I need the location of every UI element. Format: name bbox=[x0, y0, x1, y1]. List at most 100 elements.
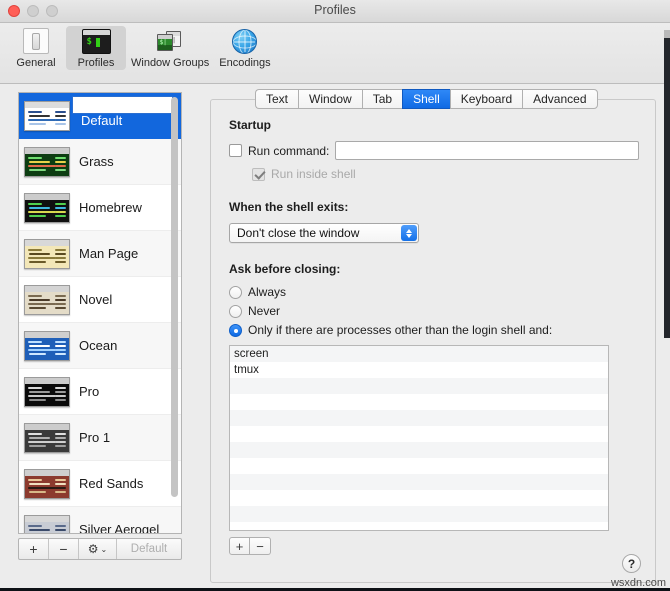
profile-row[interactable]: Default bbox=[19, 93, 181, 139]
profile-row[interactable]: Grass bbox=[19, 139, 181, 185]
profile-name: Novel bbox=[79, 292, 113, 307]
process-list-empty-row bbox=[230, 490, 608, 506]
profile-row[interactable]: Man Page bbox=[19, 231, 181, 277]
settings-tab-strip: Text Window Tab Shell Keyboard Advanced bbox=[255, 89, 598, 109]
set-default-profile-button[interactable]: Default bbox=[117, 539, 181, 559]
profile-name: Grass bbox=[79, 154, 114, 169]
preferences-body: Default Grass Homebrew Man Page Novel Ocean Pr… bbox=[0, 84, 670, 591]
radio-only-if-processes[interactable] bbox=[229, 323, 242, 337]
profiles-list[interactable]: Default Grass Homebrew Man Page Novel Ocean Pr… bbox=[18, 92, 182, 534]
window-groups-icon: $| $| bbox=[155, 28, 186, 55]
profile-row[interactable]: Ocean bbox=[19, 323, 181, 369]
tab-window[interactable]: Window bbox=[298, 89, 362, 109]
profile-row[interactable]: Pro bbox=[19, 369, 181, 415]
shell-settings-panel: Startup Run command: Run inside shell Wh… bbox=[210, 99, 656, 583]
profiles-sidebar: Default Grass Homebrew Man Page Novel Ocean Pr… bbox=[0, 84, 200, 591]
add-process-button[interactable]: + bbox=[229, 537, 250, 555]
window-title: Profiles bbox=[314, 3, 356, 17]
process-list-item[interactable]: screen bbox=[230, 346, 608, 362]
toolbar-label-profiles: Profiles bbox=[77, 57, 115, 69]
ask-before-closing-heading: Ask before closing: bbox=[229, 262, 341, 276]
globe-icon bbox=[229, 28, 260, 55]
process-list-empty-row bbox=[230, 522, 608, 530]
run-inside-shell-label: Run inside shell bbox=[271, 167, 356, 181]
tab-text[interactable]: Text bbox=[255, 89, 299, 109]
run-inside-shell-row: Run inside shell bbox=[252, 167, 639, 181]
profile-name: Man Page bbox=[79, 246, 139, 261]
profile-name: Homebrew bbox=[79, 200, 142, 215]
remove-profile-button[interactable]: − bbox=[49, 539, 79, 559]
popup-arrows-icon bbox=[401, 225, 417, 241]
process-list[interactable]: screen tmux bbox=[229, 345, 609, 531]
toolbar-label-window-groups: Window Groups bbox=[131, 57, 210, 69]
profile-row[interactable]: Red Sands bbox=[19, 461, 181, 507]
toolbar-label-general: General bbox=[16, 57, 56, 69]
profile-row[interactable]: Pro 1 bbox=[19, 415, 181, 461]
toolbar-item-general[interactable]: General bbox=[6, 26, 66, 70]
shell-exits-popup[interactable]: Don't close the window bbox=[229, 223, 419, 243]
general-switch-icon bbox=[21, 28, 52, 55]
settings-pane: Startup Run command: Run inside shell Wh… bbox=[200, 84, 670, 591]
profiles-scrollbar-thumb[interactable] bbox=[171, 97, 178, 497]
profile-thumbnail bbox=[24, 376, 70, 407]
process-list-empty-row bbox=[230, 474, 608, 490]
profile-name: Pro bbox=[79, 384, 100, 399]
process-list-empty-row bbox=[230, 378, 608, 394]
profile-name: Red Sands bbox=[79, 476, 144, 491]
profile-name: Silver Aerogel bbox=[79, 522, 160, 533]
tab-tab[interactable]: Tab bbox=[361, 89, 403, 109]
run-inside-shell-checkbox[interactable] bbox=[252, 167, 265, 181]
profile-thumbnail bbox=[24, 422, 70, 453]
title-bar: Profiles bbox=[0, 0, 670, 23]
process-list-empty-row bbox=[230, 394, 608, 410]
window-scroll-indicator[interactable] bbox=[664, 38, 670, 338]
process-list-empty-row bbox=[230, 442, 608, 458]
run-command-checkbox[interactable] bbox=[229, 144, 242, 157]
ask-option-only-if-processes[interactable]: Only if there are processes other than t… bbox=[229, 323, 639, 337]
profile-row[interactable]: Novel bbox=[19, 277, 181, 323]
radio-always[interactable] bbox=[229, 285, 242, 299]
terminal-window-icon: $ bbox=[81, 28, 112, 55]
radio-never[interactable] bbox=[229, 304, 242, 318]
profiles-list-toolbar: + − ⚙ ⌄ Default bbox=[18, 538, 182, 560]
profile-thumbnail bbox=[24, 192, 70, 223]
preferences-toolbar: General $ Profiles $| $| Window Groups E… bbox=[0, 23, 670, 84]
profile-actions-button[interactable]: ⚙ ⌄ bbox=[79, 539, 117, 559]
profiles-scrollbar[interactable] bbox=[170, 96, 179, 532]
profile-thumbnail bbox=[24, 330, 70, 361]
tab-keyboard[interactable]: Keyboard bbox=[449, 89, 523, 109]
process-list-item[interactable]: tmux bbox=[230, 362, 608, 378]
shell-exits-value: Don't close the window bbox=[237, 226, 360, 240]
startup-heading: Startup bbox=[229, 118, 271, 132]
chevron-down-icon: ⌄ bbox=[100, 544, 108, 554]
ask-option-never[interactable]: Never bbox=[229, 304, 639, 318]
profile-rename-input[interactable] bbox=[72, 96, 173, 114]
run-command-row: Run command: bbox=[229, 141, 639, 160]
process-list-toolbar: + − bbox=[229, 537, 639, 555]
tab-advanced[interactable]: Advanced bbox=[522, 89, 598, 109]
profile-thumbnail bbox=[24, 514, 70, 533]
profile-thumbnail bbox=[24, 284, 70, 315]
ask-option-always-label: Always bbox=[248, 285, 287, 299]
add-profile-button[interactable]: + bbox=[19, 539, 49, 559]
process-list-empty-row bbox=[230, 426, 608, 442]
help-button[interactable]: ? bbox=[622, 554, 641, 573]
profile-name: Pro 1 bbox=[79, 430, 111, 445]
run-command-input[interactable] bbox=[335, 141, 639, 160]
toolbar-item-encodings[interactable]: Encodings bbox=[214, 26, 275, 70]
preferences-window: Profiles General $ Profiles $| $| Window… bbox=[0, 0, 670, 591]
tab-shell[interactable]: Shell bbox=[402, 89, 450, 109]
remove-process-button[interactable]: − bbox=[250, 537, 271, 555]
process-list-empty-row bbox=[230, 410, 608, 426]
profile-row[interactable]: Homebrew bbox=[19, 185, 181, 231]
ask-option-only-if-processes-label: Only if there are processes other than t… bbox=[248, 323, 553, 337]
toolbar-item-window-groups[interactable]: $| $| Window Groups bbox=[126, 26, 214, 70]
ask-option-always[interactable]: Always bbox=[229, 285, 639, 299]
process-list-empty-row bbox=[230, 506, 608, 522]
profile-thumbnail bbox=[24, 468, 70, 499]
profile-thumbnail bbox=[24, 146, 70, 177]
profile-thumbnail bbox=[24, 238, 70, 269]
profile-row[interactable]: Silver Aerogel bbox=[19, 507, 181, 533]
toolbar-item-profiles[interactable]: $ Profiles bbox=[66, 26, 126, 70]
run-command-label: Run command: bbox=[248, 143, 330, 158]
